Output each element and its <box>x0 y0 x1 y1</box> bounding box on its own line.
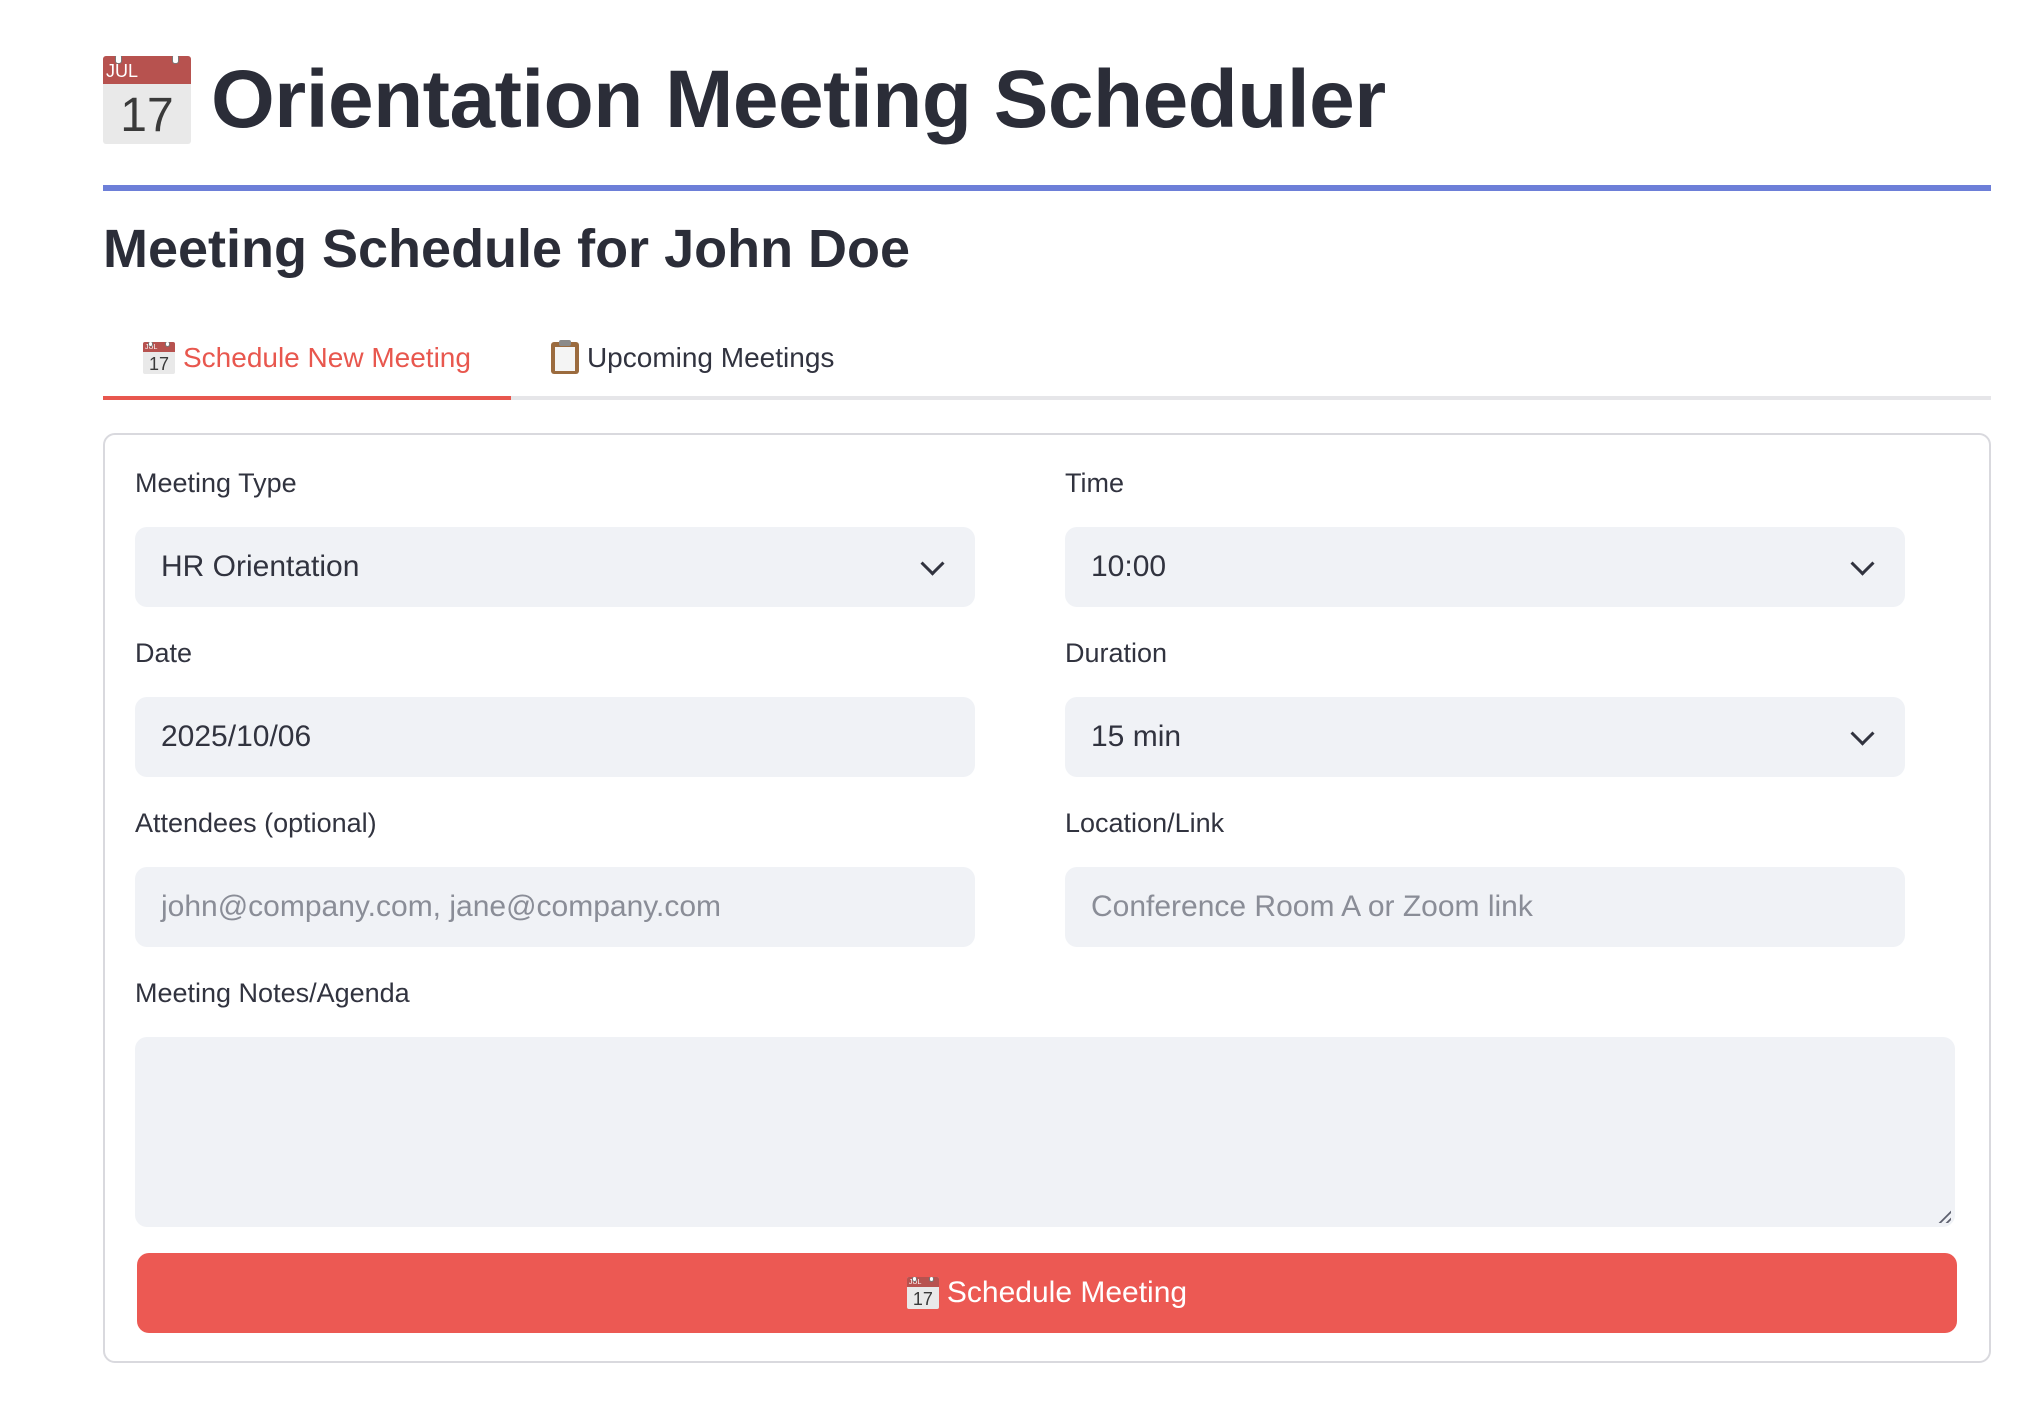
chevron-down-icon <box>1850 721 1875 746</box>
calendar-icon: JUL 17 <box>143 342 175 374</box>
title-divider <box>103 185 1991 191</box>
page-title: Orientation Meeting Scheduler <box>211 54 1386 145</box>
time-label: Time <box>1065 468 1124 498</box>
chevron-down-icon <box>920 551 945 576</box>
calendar-icon: JUL 17 <box>103 56 191 144</box>
attendees-label: Attendees (optional) <box>135 808 377 838</box>
attendees-placeholder: john@company.com, jane@company.com <box>161 890 722 923</box>
notes-textarea[interactable] <box>135 1037 1955 1227</box>
tab-schedule-new-meeting[interactable]: JUL 17 Schedule New Meeting <box>103 320 511 400</box>
date-input[interactable]: 2025/10/06 <box>135 697 975 777</box>
date-field: Date 2025/10/06 <box>135 633 975 777</box>
duration-value: 15 min <box>1091 720 1182 753</box>
schedule-meeting-button[interactable]: JUL 17 Schedule Meeting <box>137 1253 1957 1333</box>
duration-select[interactable]: 15 min <box>1065 697 1905 777</box>
clipboard-icon <box>550 340 579 374</box>
chevron-down-icon <box>1850 551 1875 576</box>
date-value: 2025/10/06 <box>161 720 312 753</box>
schedule-meeting-label: Schedule Meeting <box>946 1276 1188 1309</box>
calendar-icon: JUL 17 <box>906 1277 939 1309</box>
resize-handle-icon[interactable] <box>1937 1209 1951 1223</box>
meeting-form: Meeting Type HR Orientation Time 10:00 D… <box>103 433 1991 1363</box>
meeting-type-field: Meeting Type HR Orientation <box>135 463 975 607</box>
tab-upcoming-meetings[interactable]: Upcoming Meetings <box>511 320 874 396</box>
attendees-field: Attendees (optional) john@company.com, j… <box>135 803 975 947</box>
notes-field: Meeting Notes/Agenda <box>135 973 1955 1227</box>
duration-field: Duration 15 min <box>1065 633 1905 777</box>
location-label: Location/Link <box>1065 808 1225 838</box>
tab-label: Upcoming Meetings <box>586 342 835 373</box>
attendees-input[interactable]: john@company.com, jane@company.com <box>135 867 975 947</box>
location-field: Location/Link Conference Room A or Zoom … <box>1065 803 1905 947</box>
schedule-subtitle: Meeting Schedule for John Doe <box>103 219 911 279</box>
duration-label: Duration <box>1065 638 1168 668</box>
meeting-type-value: HR Orientation <box>161 550 360 583</box>
time-select[interactable]: 10:00 <box>1065 527 1905 607</box>
calendar-icon-day: 17 <box>120 89 174 142</box>
date-label: Date <box>135 638 193 668</box>
meeting-type-select[interactable]: HR Orientation <box>135 527 975 607</box>
time-value: 10:00 <box>1091 550 1167 583</box>
meeting-type-label: Meeting Type <box>135 468 297 498</box>
location-placeholder: Conference Room A or Zoom link <box>1091 890 1533 923</box>
tab-label: Schedule New Meeting <box>183 342 471 373</box>
tab-bar: JUL 17 Schedule New Meeting Upcoming Mee… <box>103 320 1991 400</box>
location-input[interactable]: Conference Room A or Zoom link <box>1065 867 1905 947</box>
app-header: JUL 17 Orientation Meeting Scheduler <box>103 50 1386 150</box>
notes-label: Meeting Notes/Agenda <box>135 978 410 1008</box>
time-field: Time 10:00 <box>1065 463 1905 607</box>
